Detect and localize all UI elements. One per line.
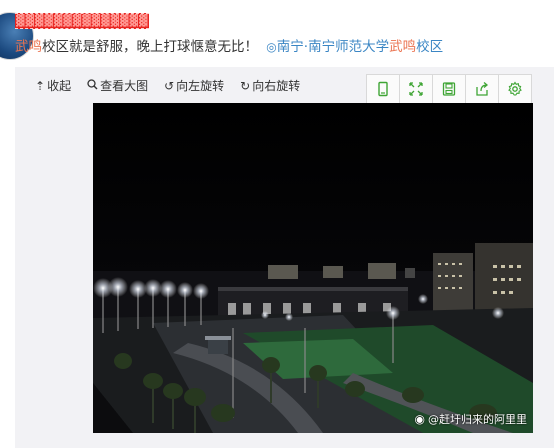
weibo-logo-icon: ◉ (414, 412, 425, 426)
view-large-label: 查看大图 (100, 79, 149, 93)
location-prefix: 南宁·南宁师范大学 (276, 39, 390, 55)
rotate-right-label: 向右旋转 (252, 79, 301, 93)
expand-arrows-icon (409, 82, 423, 96)
night-campus-scene (93, 103, 533, 433)
phone-frame-icon (378, 81, 388, 97)
image-action-bar (366, 74, 532, 104)
arrow-up-icon: ⇡ (35, 78, 46, 93)
media-viewer: ⇡ 收起 查看大图 ↺ 向左旋转 ↻ 向右旋转 ◉ @赶圩归来的阿里里 (15, 67, 554, 448)
rotate-left-label: 向左旋转 (176, 79, 225, 93)
collapse-button[interactable]: ⇡ 收起 (35, 77, 71, 94)
rotate-right-icon: ↻ (240, 78, 251, 93)
save-image-button[interactable] (433, 75, 466, 103)
rotate-right-button[interactable]: ↻ 向右旋转 (240, 77, 300, 94)
fullscreen-button[interactable] (400, 75, 433, 103)
post-photo[interactable]: ◉ @赶圩归来的阿里里 (93, 103, 533, 433)
rotate-left-icon: ↺ (164, 78, 175, 93)
post-tag-link[interactable]: 武鸣 (15, 39, 42, 55)
location-link[interactable]: ◎南宁·南宁师范大学武鸣校区 (262, 39, 443, 55)
gear-icon (508, 81, 522, 96)
location-pin-icon: ◎ (266, 40, 277, 54)
location-suffix: 校区 (416, 39, 444, 55)
location-highlight: 武鸣 (389, 39, 417, 55)
collapse-label: 收起 (47, 79, 72, 93)
image-toolbar: ⇡ 收起 查看大图 ↺ 向左旋转 ↻ 向右旋转 (35, 77, 300, 94)
post-body: 校区就是舒服，晚上打球惬意无比！ (42, 39, 258, 55)
save-disk-icon (442, 82, 456, 96)
share-image-button[interactable] (466, 75, 499, 103)
share-icon (476, 82, 489, 96)
view-large-button[interactable]: 查看大图 (87, 77, 148, 94)
settings-button[interactable] (499, 75, 531, 103)
author-name-redacted[interactable]: ▓▓▓▓▓▓▓▓▓▓▓▓▓▓ (15, 13, 150, 29)
rotate-left-button[interactable]: ↺ 向左旋转 (164, 77, 224, 94)
photo-watermark: ◉ @赶圩归来的阿里里 (415, 411, 527, 427)
original-image-button[interactable] (367, 75, 400, 103)
watermark-text: @赶圩归来的阿里里 (428, 413, 527, 426)
post-text: 武鸣校区就是舒服，晚上打球惬意无比！ ◎南宁·南宁师范大学武鸣校区 (15, 38, 443, 56)
magnifier-icon (87, 78, 98, 93)
